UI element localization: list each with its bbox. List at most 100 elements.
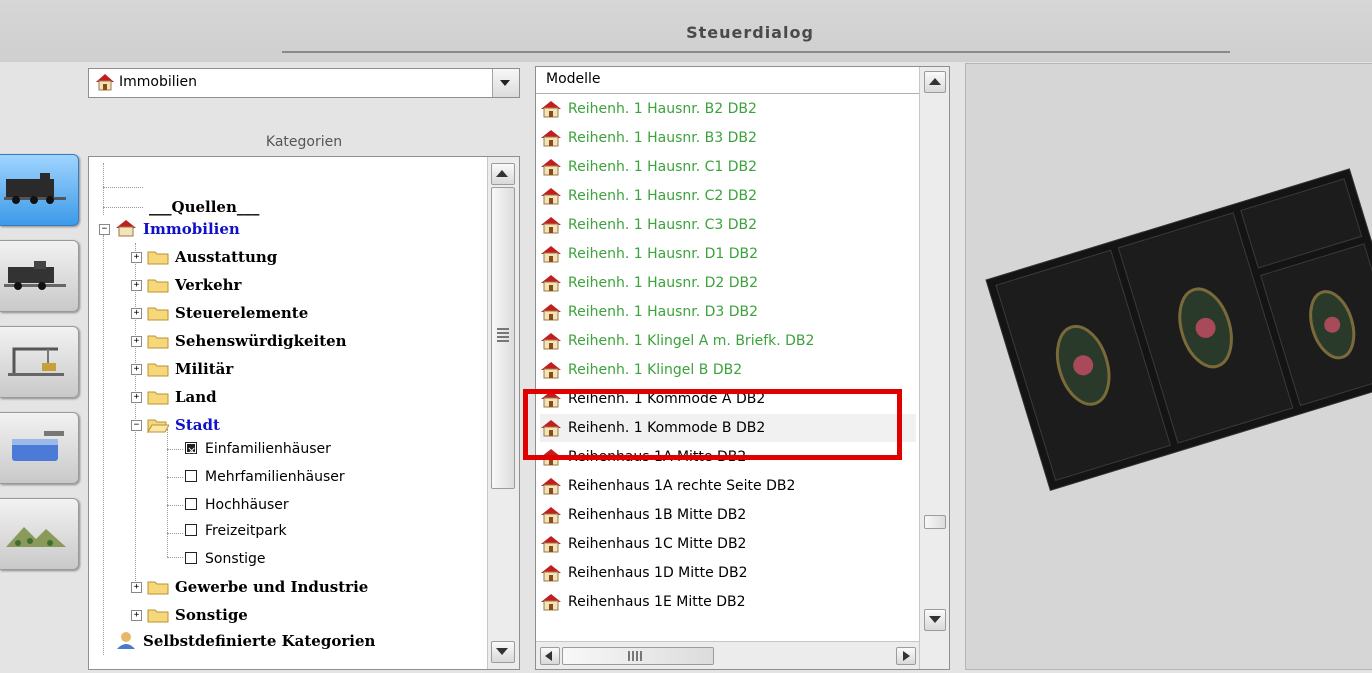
scroll-up-icon[interactable] [491,163,515,185]
category-select-value: Immobilien [119,74,198,90]
landscape-button[interactable] [0,498,79,570]
expand-icon[interactable]: + [131,308,142,319]
model-list-item-label: Reihenhaus 1C Mitte DB2 [568,536,747,552]
scroll-right-icon[interactable] [896,647,916,665]
model-list-item-label: Reihenh. 1 Hausnr. B2 DB2 [568,101,757,117]
checkbox[interactable] [185,524,197,536]
model-list-item-label: Reihenh. 1 Hausnr. D3 DB2 [568,304,759,320]
model-list-item-label: Reihenh. 1 Hausnr. D2 DB2 [568,275,759,291]
tree-folder[interactable]: Verkehr [147,273,241,297]
category-tree[interactable]: ___Quellen___ − Immobilien + Ausstattung… [88,156,520,670]
model-list-item-label: Reihenhaus 1B Mitte DB2 [568,507,747,523]
trains-button[interactable] [0,240,79,312]
tree-folder[interactable]: Militär [147,357,233,381]
tree-folder-stadt[interactable]: Stadt [147,413,220,437]
expand-icon[interactable]: + [131,610,142,621]
window-title: Steuerdialog [686,23,814,42]
model-list-item-label: Reihenh. 1 Hausnr. C2 DB2 [568,188,758,204]
house-icon [541,304,561,321]
house-icon [541,246,561,263]
house-icon [116,220,136,237]
checkbox-checked[interactable] [185,439,197,463]
tree-folder[interactable]: Land [147,385,217,409]
cranes-button[interactable] [0,326,79,398]
scroll-thumb[interactable] [562,647,714,665]
tree-subcategory-label: Einfamilienhäuser [205,441,331,457]
scroll-down-icon[interactable] [491,641,515,663]
house-icon [541,478,561,495]
models-scrollbar[interactable] [919,67,949,669]
models-header-label: Modelle [546,71,601,87]
folder-icon [147,609,169,623]
expand-icon[interactable]: + [131,364,142,375]
models-hscrollbar[interactable] [536,641,919,669]
scroll-left-icon[interactable] [540,647,560,665]
model-list-item-label: Reihenh. 1 Hausnr. B3 DB2 [568,130,757,146]
folder-icon [147,279,169,293]
user-icon [117,632,135,649]
tree-subcategory-label: Mehrfamilienhäuser [205,469,345,485]
tree-folder[interactable]: Ausstattung [147,245,277,269]
tree-item-immobilien[interactable]: Immobilien [115,217,240,241]
tree-subcategory-label: Freizeitpark [205,523,287,539]
house-icon [541,362,561,379]
scroll-down-icon[interactable] [924,609,946,631]
model-list-item-label: Reihenh. 1 Hausnr. C3 DB2 [568,217,758,233]
models-list[interactable]: Modelle Reihenh. 1 Hausnr. B2 DB2 Reihenh… [535,66,950,670]
expand-icon[interactable]: + [131,252,142,263]
categories-label: Kategorien [265,134,343,150]
tree-subcategory[interactable]: Freizeitpark [185,519,287,543]
tree-subcategory[interactable]: Einfamilienhäuser [185,437,331,463]
tree-subcategory-label: Sonstige [205,551,266,567]
checkbox[interactable] [185,470,197,482]
tree-item-custom-categories[interactable]: Selbstdefinierte Kategorien [115,629,375,653]
landscape-icon [6,527,66,547]
tree-item-label: Immobilien [143,220,240,238]
collapse-icon[interactable]: − [99,224,110,235]
tree-scrollbar[interactable] [487,157,519,669]
category-select[interactable]: Immobilien [88,68,520,98]
scroll-thumb[interactable] [924,515,946,529]
open-folder-icon [147,419,169,433]
header-divider [282,51,1230,53]
rail-vehicles-button[interactable] [0,154,79,226]
collapse-icon[interactable]: − [131,420,142,431]
house-icon [541,217,561,234]
tree-subcategory[interactable]: Mehrfamilienhäuser [185,465,345,489]
tree-folder-label: Militär [175,360,234,378]
tree-subcategory[interactable]: Sonstige [185,547,266,571]
folder-icon [147,363,169,377]
scroll-up-icon[interactable] [924,71,946,93]
expand-icon[interactable]: + [131,336,142,347]
tree-subcategory[interactable]: Hochhäuser [185,493,289,517]
expand-icon[interactable]: + [131,392,142,403]
model-list-item-label: Reihenhaus 1A rechte Seite DB2 [568,478,796,494]
container-icon [12,431,64,461]
folder-icon [147,391,169,405]
house-icon [541,333,561,350]
scroll-thumb[interactable] [491,187,515,489]
tree-folder-label: Verkehr [175,276,242,294]
tree-folder-label: Sehenswürdigkeiten [175,332,347,350]
model-list-item-label: Reihenh. 1 Hausnr. C1 DB2 [568,159,758,175]
folder-icon [147,581,169,595]
checkbox[interactable] [185,552,197,564]
tree-folder[interactable]: Steuerelemente [147,301,308,325]
tree-folder[interactable]: Sehenswürdigkeiten [147,329,347,353]
tree-folder[interactable]: Sonstige [147,603,248,627]
tree-subcategory-label: Hochhäuser [205,497,289,513]
checkbox[interactable] [185,498,197,510]
model-list-item-label: Reihenh. 1 Klingel A m. Briefk. DB2 [568,333,815,349]
folder-icon [147,251,169,265]
tree-item-quellen[interactable]: ___Quellen___ [149,195,259,219]
house-icon [541,507,561,524]
train-icon [4,261,66,290]
house-icon [541,565,561,582]
tree-folder[interactable]: Gewerbe und Industrie [147,575,368,599]
tree-folder-label: Ausstattung [175,248,278,266]
expand-icon[interactable]: + [131,582,142,593]
expand-icon[interactable]: + [131,280,142,291]
chevron-down-icon[interactable] [492,69,519,97]
model-preview [965,63,1372,670]
water-button[interactable] [0,412,79,484]
